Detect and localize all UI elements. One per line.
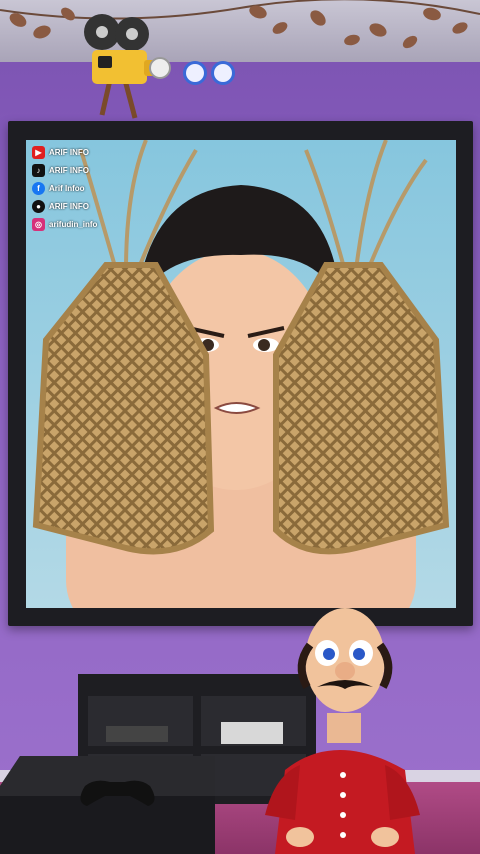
social-label: Arif Infoo	[49, 184, 85, 193]
coffee-table	[0, 756, 215, 854]
cartoon-man-character	[265, 608, 420, 854]
social-item-facebook: f Arif Infoo	[32, 182, 97, 195]
social-item-tiktok: ♪ ARIF INFO	[32, 164, 97, 177]
social-watermark-list: ▶ ARIF INFO ♪ ARIF INFO f Arif Infoo ● A…	[32, 146, 97, 231]
room-scene: ▶ ARIF INFO ♪ ARIF INFO f Arif Infoo ● A…	[0, 0, 480, 854]
social-item-youtube: ▶ ARIF INFO	[32, 146, 97, 159]
snapchat-icon: ●	[32, 200, 45, 213]
youtube-icon: ▶	[32, 146, 45, 159]
social-label: ARIF INFO	[49, 202, 89, 211]
social-item-snapchat: ● ARIF INFO	[32, 200, 97, 213]
facebook-icon: f	[32, 182, 45, 195]
social-label: arifudin_info	[49, 220, 98, 229]
social-label: ARIF INFO	[49, 166, 89, 175]
social-item-instagram: ◎ arifudin_info	[32, 218, 97, 231]
social-label: ARIF INFO	[49, 148, 89, 157]
indicator-dot	[186, 64, 204, 82]
hanging-leaves-decoration	[0, 0, 480, 49]
projector-icon	[84, 14, 171, 119]
instagram-icon: ◎	[32, 218, 45, 231]
carousel-indicators	[186, 64, 232, 82]
indicator-dot	[214, 64, 232, 82]
tiktok-icon: ♪	[32, 164, 45, 177]
